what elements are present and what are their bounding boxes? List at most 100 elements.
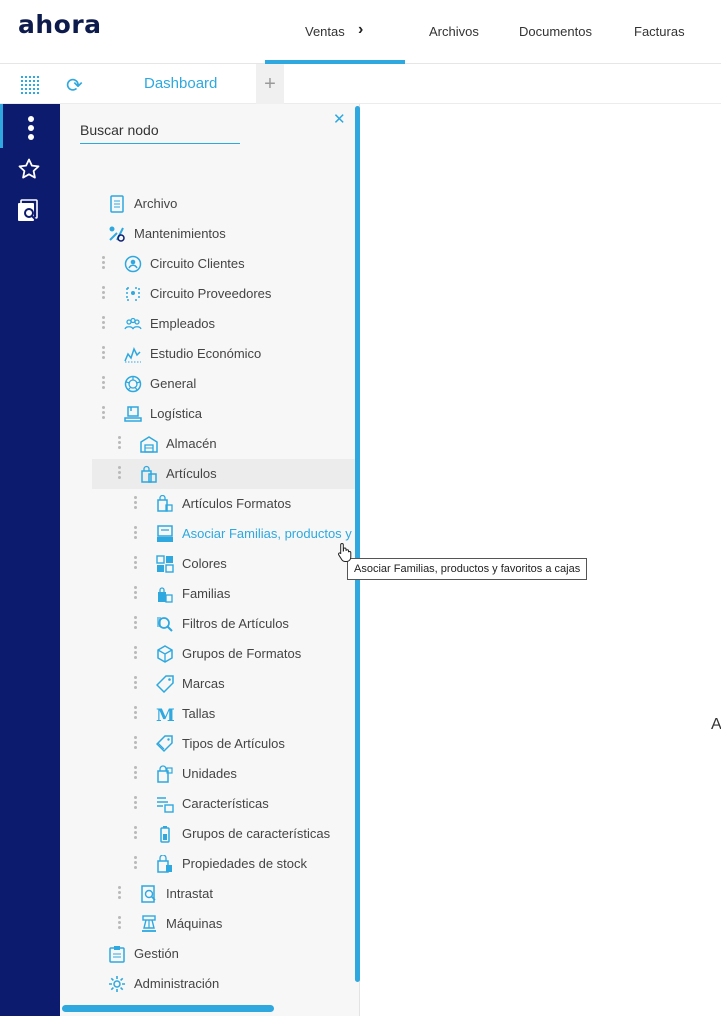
drag-handle-icon[interactable] bbox=[118, 466, 122, 481]
drag-handle-icon[interactable] bbox=[134, 586, 138, 601]
tree-node-label: Artículos Formatos bbox=[182, 496, 292, 511]
tree-node[interactable]: Propiedades de stock bbox=[60, 849, 356, 879]
search-filter-icon bbox=[156, 615, 174, 633]
clipboard-icon bbox=[108, 945, 126, 963]
tree-node[interactable]: General bbox=[60, 369, 356, 399]
star-icon[interactable] bbox=[17, 157, 41, 181]
nav-item-facturas[interactable]: Facturas bbox=[634, 24, 685, 39]
drag-handle-icon[interactable] bbox=[134, 856, 138, 871]
tree-node-label: Asociar Familias, productos y bbox=[182, 526, 352, 541]
logo-text: ahora bbox=[18, 10, 102, 39]
drag-handle-icon[interactable] bbox=[134, 736, 138, 751]
tree-node[interactable]: Estudio Económico bbox=[60, 339, 356, 369]
more-vertical-icon[interactable] bbox=[28, 116, 34, 143]
nav-item-ventas[interactable]: Ventas › bbox=[265, 0, 405, 64]
cube-icon bbox=[156, 645, 174, 663]
units-icon bbox=[156, 765, 174, 783]
drag-handle-icon[interactable] bbox=[118, 436, 122, 451]
app-logo[interactable]: ahora bbox=[18, 10, 102, 39]
size-m-icon: M bbox=[156, 705, 175, 726]
tree-node[interactable]: Filtros de Artículos bbox=[60, 609, 356, 639]
horizontal-scrollbar[interactable] bbox=[62, 1005, 274, 1012]
svg-text:M: M bbox=[156, 706, 174, 723]
drag-handle-icon[interactable] bbox=[118, 916, 122, 931]
tag-icon bbox=[155, 675, 174, 694]
tree-node[interactable]: Tipos de Artículos bbox=[60, 729, 356, 759]
tree-node[interactable]: Almacén bbox=[60, 429, 356, 459]
tree-node[interactable]: Gestión bbox=[60, 939, 356, 969]
tree-node[interactable]: Artículos Formatos bbox=[60, 489, 356, 519]
tree-node[interactable]: Mantenimientos bbox=[60, 219, 356, 249]
tree-node[interactable]: Archivo bbox=[60, 189, 356, 219]
admin-gear-icon bbox=[108, 975, 126, 993]
tree-node[interactable]: Familias bbox=[60, 579, 356, 609]
tree-node[interactable]: Marcas bbox=[60, 669, 356, 699]
tree-node[interactable]: Circuito Clientes bbox=[60, 249, 356, 279]
vertical-scrollbar[interactable] bbox=[355, 106, 360, 982]
employees-icon bbox=[124, 315, 142, 333]
tree-node-label: Propiedades de stock bbox=[182, 856, 308, 871]
close-icon[interactable]: ✕ bbox=[333, 110, 346, 128]
tree-node[interactable]: Grupos de Formatos bbox=[60, 639, 356, 669]
tab-strip: ⟳ Dashboard + bbox=[0, 64, 721, 104]
family-bags-icon bbox=[156, 585, 174, 603]
tools-icon bbox=[108, 225, 126, 243]
tree-node[interactable]: Administración bbox=[60, 969, 356, 999]
drag-handle-icon[interactable] bbox=[102, 286, 106, 301]
chevron-right-icon: › bbox=[358, 21, 364, 38]
drag-handle-icon[interactable] bbox=[134, 796, 138, 811]
document-search-icon[interactable] bbox=[16, 199, 42, 223]
drag-handle-icon[interactable] bbox=[102, 406, 106, 421]
tree-node[interactable]: Logística bbox=[60, 399, 356, 429]
tree-node-label: Archivo bbox=[134, 196, 178, 211]
register-icon bbox=[156, 525, 174, 543]
hand-cursor-icon bbox=[337, 542, 352, 562]
tree-node-label: Almacén bbox=[166, 436, 217, 451]
tab-dashboard[interactable]: Dashboard bbox=[120, 64, 256, 104]
drag-handle-icon[interactable] bbox=[118, 886, 122, 901]
drag-handle-icon[interactable] bbox=[134, 646, 138, 661]
tab-dashboard-label: Dashboard bbox=[144, 75, 218, 92]
search-input[interactable]: Buscar nodo bbox=[80, 118, 240, 144]
nav-item-documentos[interactable]: Documentos bbox=[519, 24, 592, 39]
drag-handle-icon[interactable] bbox=[134, 706, 138, 721]
tree-node[interactable]: Grupos de características bbox=[60, 819, 356, 849]
drag-handle-icon[interactable] bbox=[102, 256, 106, 271]
tooltip: Asociar Familias, productos y favoritos … bbox=[347, 558, 588, 580]
document-icon bbox=[108, 195, 126, 213]
tree-node[interactable]: M Tallas bbox=[60, 699, 356, 729]
tree-node[interactable]: Asociar Familias, productos y bbox=[60, 519, 356, 549]
drag-handle-icon[interactable] bbox=[134, 766, 138, 781]
supplier-flow-icon bbox=[124, 285, 142, 303]
drag-handle-icon[interactable] bbox=[102, 376, 106, 391]
main-content-text: A bbox=[711, 716, 721, 733]
drag-handle-icon[interactable] bbox=[134, 496, 138, 511]
refresh-icon[interactable]: ⟳ bbox=[66, 73, 83, 98]
tree-node-label: Artículos bbox=[166, 466, 217, 481]
drag-handle-icon[interactable] bbox=[134, 526, 138, 541]
tree-node[interactable]: Circuito Proveedores bbox=[60, 279, 356, 309]
nav-item-archivos[interactable]: Archivos bbox=[429, 24, 479, 39]
top-header: ahora Ventas › Archivos Documentos Factu… bbox=[0, 0, 721, 64]
tree-node-label: Gestión bbox=[134, 946, 179, 961]
apps-grid-icon[interactable] bbox=[20, 75, 40, 95]
drag-handle-icon[interactable] bbox=[134, 616, 138, 631]
tree-node[interactable]: Empleados bbox=[60, 309, 356, 339]
drag-handle-icon[interactable] bbox=[102, 346, 106, 361]
tree-node-label: Máquinas bbox=[166, 916, 223, 931]
drag-handle-icon[interactable] bbox=[134, 826, 138, 841]
left-rail bbox=[0, 104, 60, 1016]
tree-node[interactable]: Artículos bbox=[92, 459, 356, 489]
tree-node[interactable]: Características bbox=[60, 789, 356, 819]
tree-node[interactable]: Intrastat bbox=[60, 879, 356, 909]
aperture-icon bbox=[124, 375, 142, 393]
tree-node[interactable]: Colores bbox=[60, 549, 356, 579]
drag-handle-icon[interactable] bbox=[134, 556, 138, 571]
drag-handle-icon[interactable] bbox=[102, 316, 106, 331]
tree-node-label: Tallas bbox=[182, 706, 216, 721]
drag-handle-icon[interactable] bbox=[134, 676, 138, 691]
tree-node[interactable]: Máquinas bbox=[60, 909, 356, 939]
tree-node-label: Circuito Proveedores bbox=[150, 286, 272, 301]
add-tab-button[interactable]: + bbox=[256, 64, 284, 104]
tree-node[interactable]: Unidades bbox=[60, 759, 356, 789]
